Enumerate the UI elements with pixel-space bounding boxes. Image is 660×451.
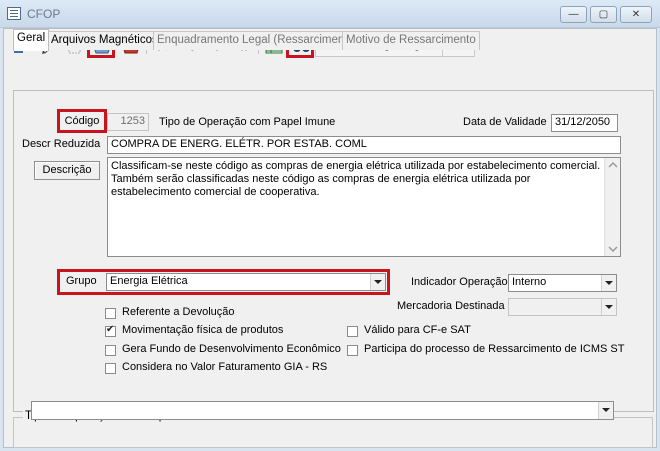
- window-title: CFOP: [27, 7, 61, 21]
- client-area: Associar Reg. Magnético LOG Geral Arquiv…: [3, 28, 657, 448]
- ressarcimento-icms-checkbox[interactable]: [347, 345, 358, 356]
- maximize-button[interactable]: ▢: [590, 6, 617, 23]
- ressarcimento-icms-label: Participa do processo de Ressarcimento d…: [364, 343, 625, 355]
- data-validade-label: Data de Validade: [463, 116, 547, 128]
- indicador-operacao-value: Interno: [512, 276, 547, 288]
- tab-enquadramento-legal[interactable]: Enquadramento Legal (Ressarcimento): [153, 31, 362, 50]
- descricao-textarea[interactable]: Classificam-se neste código as compras d…: [107, 157, 621, 257]
- devolucao-label: Referente a Devolução: [122, 306, 235, 318]
- cfe-sat-checkbox[interactable]: [347, 326, 358, 337]
- tipo-operacao-text: Tipo de Operação com Papel Imune: [159, 116, 336, 128]
- gia-rs-label: Considera no Valor Faturamento GIA - RS: [122, 361, 328, 373]
- grupo-select[interactable]: Energia Elétrica: [106, 273, 386, 291]
- descricao-scrollbar[interactable]: [604, 158, 620, 256]
- movimentacao-fisica-label: Movimentação física de produtos: [122, 324, 284, 336]
- descricao-button[interactable]: Descrição: [34, 161, 100, 180]
- tab-geral[interactable]: Geral: [13, 29, 50, 51]
- descricao-text: Classificam-se neste código as compras d…: [111, 160, 601, 198]
- chevron-down-icon[interactable]: [601, 275, 616, 291]
- title-bar: CFOP — ▢ ✕: [0, 0, 660, 28]
- fundo-desenvolvimento-label: Gera Fundo de Desenvolvimento Econômico: [122, 343, 341, 355]
- tab-arquivos-magneticos[interactable]: Arquivos Magnéticos: [47, 31, 162, 50]
- descr-reduzida-field[interactable]: COMPRA DE ENERG. ELÉTR. POR ESTAB. COML: [107, 136, 621, 154]
- close-button[interactable]: ✕: [620, 6, 652, 23]
- chevron-down-icon: [601, 299, 616, 315]
- mercadoria-destinada-label: Mercadoria Destinada: [397, 300, 505, 312]
- devolucao-checkbox[interactable]: [105, 308, 116, 319]
- grupo-label: Grupo: [66, 275, 97, 287]
- papel-imune-select[interactable]: [31, 401, 614, 420]
- indicador-operacao-select[interactable]: Interno: [508, 274, 617, 292]
- gia-rs-checkbox[interactable]: [105, 363, 116, 374]
- minimize-button[interactable]: —: [560, 6, 587, 23]
- data-validade-field[interactable]: 31/12/2050: [551, 114, 618, 132]
- mercadoria-destinada-select: [508, 298, 617, 316]
- chevron-down-icon[interactable]: [370, 274, 385, 290]
- codigo-label: Código: [57, 109, 107, 133]
- scroll-arrows-icon: [608, 161, 618, 253]
- movimentacao-fisica-checkbox[interactable]: [105, 324, 116, 337]
- fundo-desenvolvimento-checkbox[interactable]: [105, 345, 116, 356]
- cfe-sat-label: Válido para CF-e SAT: [364, 324, 471, 336]
- indicador-operacao-label: Indicador Operação: [411, 276, 508, 288]
- descr-reduzida-label: Descr Reduzida: [22, 138, 101, 150]
- grupo-value: Energia Elétrica: [110, 275, 188, 287]
- app-icon: [7, 7, 21, 20]
- chevron-down-icon[interactable]: [598, 402, 613, 419]
- tab-motivo-ressarcimento[interactable]: Motivo de Ressarcimento: [342, 31, 480, 50]
- codigo-field: 1253: [107, 113, 149, 131]
